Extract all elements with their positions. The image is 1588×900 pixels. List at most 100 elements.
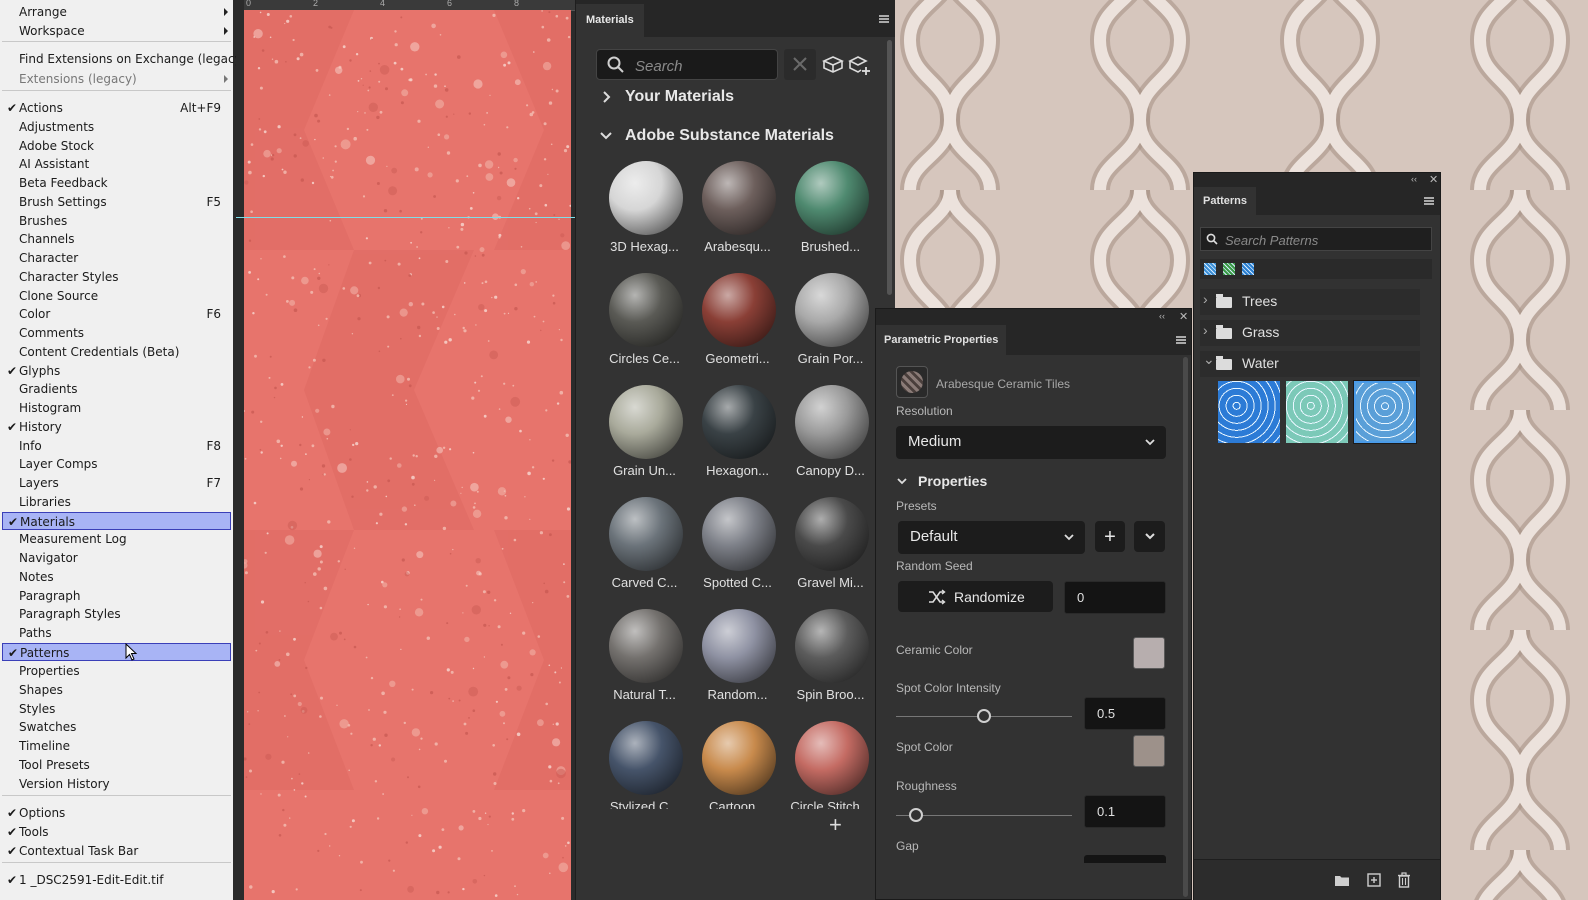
materials-tab[interactable]: Materials xyxy=(576,4,644,37)
pattern-folder[interactable]: ⌄ Water xyxy=(1200,351,1420,377)
material-tile[interactable]: Hexagon... xyxy=(691,385,784,493)
menu-item-contextual-task-bar[interactable]: ✔ Contextual Task Bar xyxy=(2,842,231,860)
panel-titlebar[interactable]: ‹‹ ✕ xyxy=(876,309,1191,325)
material-tile[interactable]: Circle Stitch... xyxy=(784,721,877,809)
recent-pattern-swatch[interactable] xyxy=(1223,263,1235,275)
menu-item-character[interactable]: Character xyxy=(2,249,231,267)
menu-item-swatches[interactable]: Swatches xyxy=(2,718,231,736)
slider-knob[interactable] xyxy=(908,808,923,822)
menu-item-extensions-legacy[interactable]: Extensions (legacy) xyxy=(2,70,231,88)
material-tile[interactable]: Grain Por... xyxy=(784,273,877,381)
resolution-dropdown[interactable]: Medium xyxy=(896,426,1166,459)
material-tile[interactable]: Spin Broo... xyxy=(784,609,877,717)
material-tile[interactable]: Random... xyxy=(691,609,784,717)
spot-intensity-input[interactable]: 0.5 xyxy=(1084,697,1166,730)
menu-item-version-history[interactable]: Version History xyxy=(2,775,231,793)
import-material-icon[interactable] xyxy=(822,55,844,75)
menu-item-layer-comps[interactable]: Layer Comps xyxy=(2,455,231,473)
menu-item-clone-source[interactable]: Clone Source xyxy=(2,287,231,305)
panel-menu-icon[interactable] xyxy=(1424,197,1434,205)
menu-item-timeline[interactable]: Timeline xyxy=(2,737,231,755)
new-group-icon[interactable] xyxy=(1334,872,1350,888)
menu-item-comments[interactable]: Comments xyxy=(2,324,231,342)
materials-search-input[interactable] xyxy=(633,54,777,78)
material-tile[interactable]: Canopy D... xyxy=(784,385,877,493)
menu-item-libraries[interactable]: Libraries xyxy=(2,493,231,511)
parametric-properties-tab[interactable]: Parametric Properties xyxy=(876,325,1007,355)
chevron-right-icon[interactable]: › xyxy=(1203,322,1208,338)
panel-menu-icon[interactable] xyxy=(1176,336,1186,344)
spot-color-swatch[interactable] xyxy=(1133,735,1165,767)
patterns-search-input[interactable] xyxy=(1223,230,1427,250)
menu-item-arrange[interactable]: Arrange xyxy=(2,3,231,21)
menu-item-brushes[interactable]: Brushes xyxy=(2,212,231,230)
menu-item-properties[interactable]: Properties xyxy=(2,662,231,680)
ceramic-color-swatch[interactable] xyxy=(1133,637,1165,669)
chevron-right-icon[interactable]: › xyxy=(1203,291,1208,307)
material-tile[interactable]: Grain Un... xyxy=(598,385,691,493)
add-preset-button[interactable]: + xyxy=(1095,521,1125,552)
roughness-input[interactable]: 0.1 xyxy=(1084,795,1166,828)
material-tile[interactable]: Cartoon... xyxy=(691,721,784,809)
menu-item-brush-settings[interactable]: Brush Settings F5 xyxy=(2,193,231,211)
close-icon[interactable]: ✕ xyxy=(1179,310,1188,323)
menu-item-ai-assistant[interactable]: AI Assistant xyxy=(2,155,231,173)
menu-item-info[interactable]: Info F8 xyxy=(2,437,231,455)
panel-titlebar[interactable]: ‹‹ ✕ xyxy=(1194,173,1440,187)
pattern-folder[interactable]: › Trees xyxy=(1200,289,1420,315)
chevron-down-icon[interactable]: ⌄ xyxy=(1203,351,1215,368)
seed-input[interactable]: 0 xyxy=(1064,581,1166,614)
menu-item-find-extensions-on-exchange-legacy[interactable]: Find Extensions on Exchange (legacy)... xyxy=(2,50,258,68)
materials-search-box[interactable] xyxy=(596,49,778,80)
clear-search-icon[interactable] xyxy=(784,49,816,80)
recent-pattern-swatch[interactable] xyxy=(1242,263,1254,275)
randomize-button[interactable]: Randomize xyxy=(898,581,1053,612)
guide-line[interactable] xyxy=(236,217,575,218)
document-canvas[interactable]: 0 2 4 6 8 xyxy=(236,0,575,900)
param-scrollbar[interactable] xyxy=(1183,357,1188,897)
menu-item-notes[interactable]: Notes xyxy=(2,568,231,586)
preset-options-button[interactable] xyxy=(1134,521,1165,552)
material-tile[interactable]: Circles Ce... xyxy=(598,273,691,381)
menu-item-gradients[interactable]: Gradients xyxy=(2,380,231,398)
gap-input[interactable] xyxy=(1084,855,1166,863)
presets-dropdown[interactable]: Default xyxy=(898,521,1085,554)
menu-item-history[interactable]: ✔ History xyxy=(2,418,231,436)
menu-item-tool-presets[interactable]: Tool Presets xyxy=(2,756,231,774)
pattern-thumbnail[interactable] xyxy=(1353,380,1417,444)
menu-item-actions[interactable]: ✔ Actions Alt+F9 xyxy=(2,99,231,117)
materials-scrollbar[interactable] xyxy=(887,40,892,295)
trash-icon[interactable] xyxy=(1396,872,1412,888)
collapse-icon[interactable]: ‹‹ xyxy=(1159,311,1165,321)
menu-item-navigator[interactable]: Navigator xyxy=(2,549,231,567)
menu-item-1-dsc2591-edit-edit-tif[interactable]: ✔ 1 _DSC2591-Edit-Edit.tif xyxy=(2,871,231,889)
patterns-tab[interactable]: Patterns xyxy=(1194,187,1257,215)
material-tile[interactable]: Arabesqu... xyxy=(691,161,784,269)
menu-item-paragraph-styles[interactable]: Paragraph Styles xyxy=(2,605,231,623)
material-tile[interactable]: Geometri... xyxy=(691,273,784,381)
menu-item-shapes[interactable]: Shapes xyxy=(2,681,231,699)
menu-item-paragraph[interactable]: Paragraph xyxy=(2,587,231,605)
recent-pattern-swatch[interactable] xyxy=(1204,263,1216,275)
menu-item-color[interactable]: Color F6 xyxy=(2,305,231,323)
collapse-icon[interactable]: ‹‹ xyxy=(1411,174,1417,184)
menu-item-channels[interactable]: Channels xyxy=(2,230,231,248)
patterns-search-box[interactable] xyxy=(1200,227,1432,251)
material-tile[interactable]: 3D Hexag... xyxy=(598,161,691,269)
material-tile[interactable]: Brushed... xyxy=(784,161,877,269)
document-image[interactable] xyxy=(244,10,571,900)
menu-item-options[interactable]: ✔ Options xyxy=(2,804,231,822)
add-material-icon[interactable] xyxy=(848,54,872,76)
menu-item-content-credentials-beta[interactable]: Content Credentials (Beta) xyxy=(2,343,231,361)
menu-item-layers[interactable]: Layers F7 xyxy=(2,474,231,492)
menu-item-materials[interactable]: ✔ Materials xyxy=(2,512,231,530)
material-tile[interactable]: Carved C... xyxy=(598,497,691,605)
material-tile[interactable]: Stylized C... xyxy=(598,721,691,809)
menu-item-adjustments[interactable]: Adjustments xyxy=(2,118,231,136)
new-pattern-icon[interactable] xyxy=(1366,872,1382,888)
pattern-folder[interactable]: › Grass xyxy=(1200,320,1420,346)
material-tile[interactable]: Gravel Mi... xyxy=(784,497,877,605)
menu-item-histogram[interactable]: Histogram xyxy=(2,399,231,417)
pattern-thumbnail[interactable] xyxy=(1286,381,1348,443)
pattern-thumbnail[interactable] xyxy=(1218,381,1280,443)
